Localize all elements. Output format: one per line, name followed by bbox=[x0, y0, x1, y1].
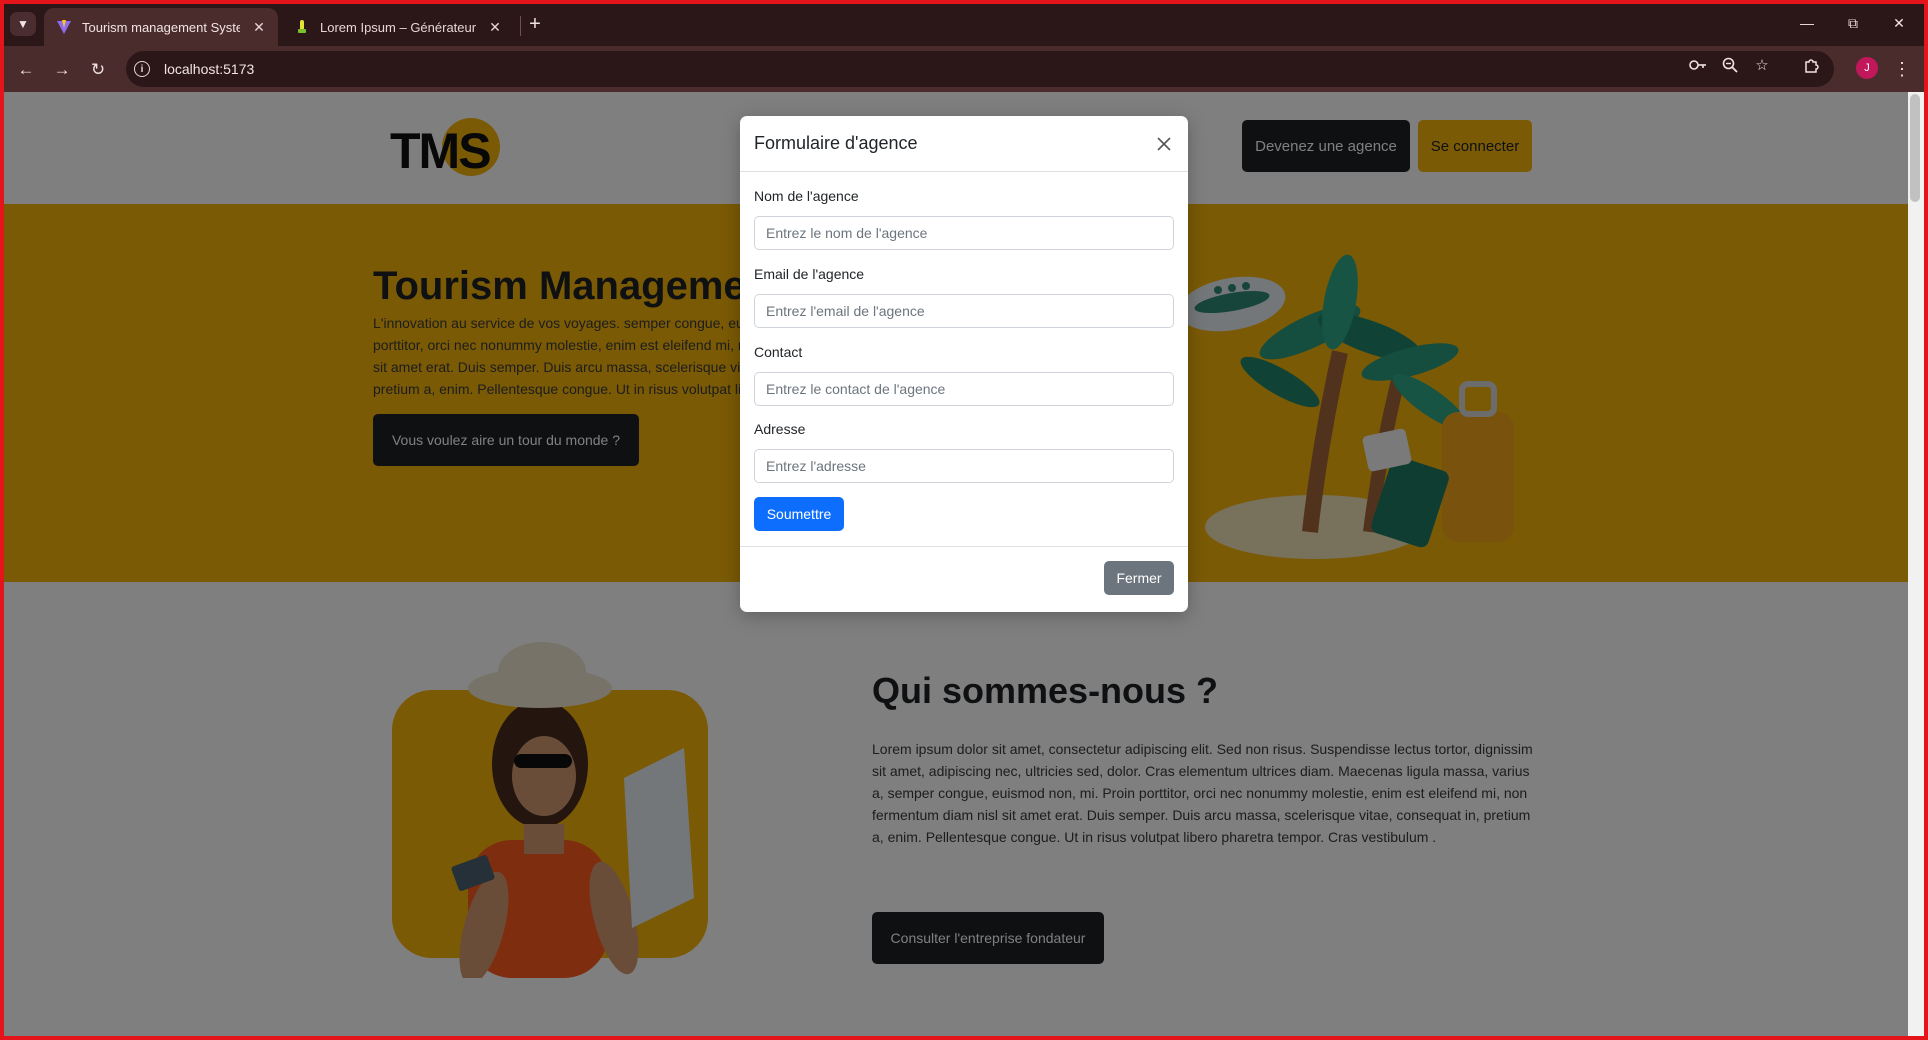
extensions-puzzle-icon[interactable] bbox=[1802, 55, 1822, 75]
page-scrollbar[interactable] bbox=[1908, 92, 1924, 1036]
browser-toolbar: ← → ↻ i localhost:5173 ☆ J ⋮ bbox=[0, 46, 1928, 92]
modal-header: Formulaire d'agence bbox=[740, 116, 1188, 172]
back-arrow-icon[interactable]: ← bbox=[12, 56, 40, 84]
browser-tab-bar: ▼ Tourism management System ✕ Lorem Ipsu… bbox=[0, 0, 1928, 46]
agency-contact-input[interactable] bbox=[754, 372, 1174, 406]
modal-title: Formulaire d'agence bbox=[754, 133, 918, 153]
profile-avatar[interactable]: J bbox=[1856, 57, 1878, 79]
zoom-icon[interactable] bbox=[1720, 55, 1740, 75]
forward-arrow-icon[interactable]: → bbox=[48, 56, 76, 84]
submit-button[interactable]: Soumettre bbox=[754, 497, 844, 531]
minimize-icon[interactable]: — bbox=[1792, 8, 1822, 38]
scrollbar-thumb[interactable] bbox=[1910, 94, 1920, 202]
tab-close-icon[interactable]: ✕ bbox=[250, 18, 268, 36]
agency-email-label: Email de l'agence bbox=[754, 266, 865, 282]
agency-name-input[interactable] bbox=[754, 216, 1174, 250]
tab-tourism-management[interactable]: Tourism management System ✕ bbox=[44, 8, 278, 46]
agency-contact-label: Contact bbox=[754, 344, 803, 360]
site-info-icon[interactable]: i bbox=[134, 61, 150, 77]
url-text: localhost:5173 bbox=[164, 61, 255, 77]
agency-address-input[interactable] bbox=[754, 449, 1174, 483]
agency-email-input[interactable] bbox=[754, 294, 1174, 328]
tab-lorem-ipsum[interactable]: Lorem Ipsum – Générateur, Ori ✕ bbox=[282, 8, 514, 46]
reload-icon[interactable]: ↻ bbox=[84, 56, 112, 84]
agency-name-label: Nom de l'agence bbox=[754, 188, 859, 204]
tab-separator bbox=[520, 16, 521, 36]
tab-close-icon[interactable]: ✕ bbox=[486, 18, 504, 36]
kebab-menu-icon[interactable]: ⋮ bbox=[1892, 56, 1912, 82]
window-close-icon[interactable]: ✕ bbox=[1884, 8, 1914, 38]
modal-footer: Fermer bbox=[740, 546, 1188, 612]
tab-search-chevron-down-icon[interactable]: ▼ bbox=[10, 12, 36, 36]
agency-address-label: Adresse bbox=[754, 421, 806, 437]
tab-title: Lorem Ipsum – Générateur, Ori bbox=[320, 19, 476, 35]
vite-favicon-icon bbox=[56, 19, 72, 35]
agency-form-modal: Formulaire d'agence Nom de l'agence Emai… bbox=[740, 116, 1188, 612]
bookmark-star-icon[interactable]: ☆ bbox=[1752, 55, 1772, 75]
new-tab-plus-icon[interactable]: + bbox=[523, 12, 547, 36]
restore-icon[interactable]: ⧉ bbox=[1838, 8, 1868, 38]
close-icon[interactable] bbox=[1154, 134, 1174, 154]
page-viewport: TMS Devenez une agence Se connecter Tour… bbox=[4, 92, 1908, 1036]
tab-title: Tourism management System bbox=[82, 19, 240, 35]
close-button[interactable]: Fermer bbox=[1104, 561, 1174, 595]
address-bar[interactable]: i localhost:5173 bbox=[126, 51, 1834, 87]
lorem-favicon-icon bbox=[294, 19, 310, 35]
key-icon[interactable] bbox=[1688, 55, 1708, 75]
